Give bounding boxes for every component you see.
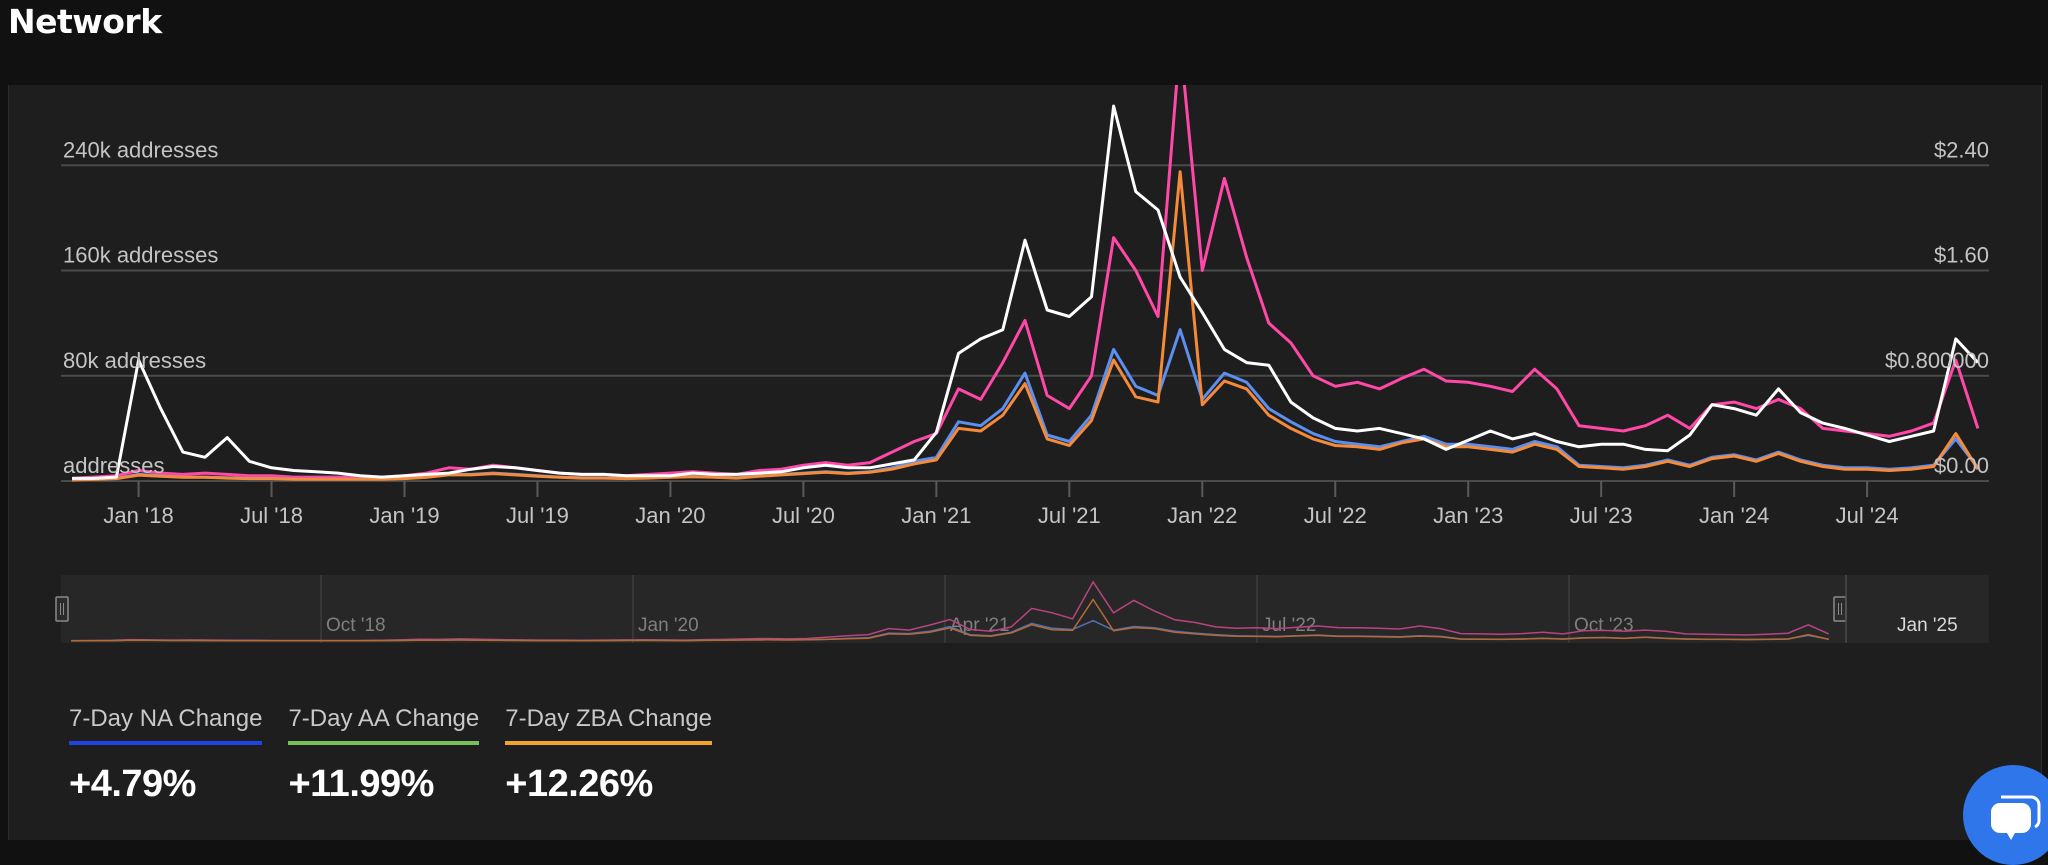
y-tick-label-right: $0.800000: [1885, 348, 1989, 373]
y-tick-label-left: addresses: [63, 453, 165, 478]
y-tick-label-right: $1.60: [1934, 243, 1989, 268]
network-chart-panel: addresses $0.00 80k addresses $0.800000 160k…: [8, 85, 2042, 840]
y-tick-label-left: 160k addresses: [63, 243, 218, 268]
x-tick-label: Jul '19: [506, 503, 569, 528]
chat-bubbles-icon: [1991, 795, 2041, 840]
x-tick-label: Jan '24: [1699, 503, 1769, 528]
y-tick-label-right: $2.40: [1934, 137, 1989, 162]
legend-value: +4.79%: [69, 763, 196, 805]
legend-label: 7-Day ZBA Change: [505, 705, 713, 732]
legend-color-bar: [288, 741, 480, 745]
navigator-left-handle[interactable]: [55, 596, 69, 622]
x-tick-label: Jul '20: [772, 503, 835, 528]
navigator-label: Oct '18: [326, 615, 386, 636]
x-tick-label: Jan '19: [369, 503, 439, 528]
network-line-chart[interactable]: addresses $0.00 80k addresses $0.800000 160k…: [9, 85, 2041, 645]
x-axis: Jan '18 Jul '18 Jan '19 Jul '19 Jan '20 Jul '…: [103, 481, 1899, 528]
series-line-active-addresses: [72, 85, 1980, 480]
legend-item-aa-change[interactable]: 7-Day AA Change +11.99%: [288, 705, 480, 806]
y-tick-label-left: 80k addresses: [63, 348, 206, 373]
navigator-label: Oct '23: [1574, 615, 1634, 636]
x-tick-label: Jul '21: [1038, 503, 1101, 528]
navigator-right-handle[interactable]: [1833, 596, 1847, 622]
navigator-label: Apr '21: [950, 615, 1010, 636]
x-tick-label: Jan '18: [103, 503, 173, 528]
legend: 7-Day NA Change +4.79% 7-Day AA Change +…: [69, 705, 713, 806]
navigator-label: Jan '20: [638, 615, 699, 636]
legend-item-na-change[interactable]: 7-Day NA Change +4.79%: [69, 705, 263, 806]
navigator-label: Jul '22: [1262, 615, 1316, 636]
legend-value: +12.26%: [505, 763, 653, 805]
x-tick-label: Jul '24: [1836, 503, 1899, 528]
series-line-new-addresses: [72, 328, 1980, 482]
x-tick-label: Jan '21: [901, 503, 971, 528]
legend-color-bar: [505, 741, 713, 745]
x-tick-label: Jan '22: [1167, 503, 1237, 528]
top-bar: Network: [0, 0, 2048, 85]
legend-value: +11.99%: [288, 763, 434, 805]
chat-button[interactable]: [1963, 765, 2048, 865]
legend-label: 7-Day AA Change: [288, 705, 480, 732]
page-title: Network: [8, 2, 162, 41]
x-tick-label: Jan '23: [1433, 503, 1503, 528]
x-tick-label: Jul '18: [240, 503, 303, 528]
series-line-price: [72, 104, 1979, 480]
legend-color-bar: [69, 741, 263, 745]
navigator-end-label: Jan '25: [1897, 615, 1958, 636]
series-layer: [72, 85, 1980, 482]
x-tick-label: Jan '20: [635, 503, 705, 528]
y-tick-label-right: $0.00: [1934, 453, 1989, 478]
legend-label: 7-Day NA Change: [69, 705, 263, 732]
legend-item-zba-change[interactable]: 7-Day ZBA Change +12.26%: [505, 705, 713, 806]
navigator[interactable]: Oct '18 Jan '20 Apr '21 Jul '22 Oct '23 Jan '…: [55, 575, 1989, 643]
x-tick-label: Jul '23: [1570, 503, 1633, 528]
y-tick-label-left: 240k addresses: [63, 137, 218, 162]
x-tick-label: Jul '22: [1304, 503, 1367, 528]
